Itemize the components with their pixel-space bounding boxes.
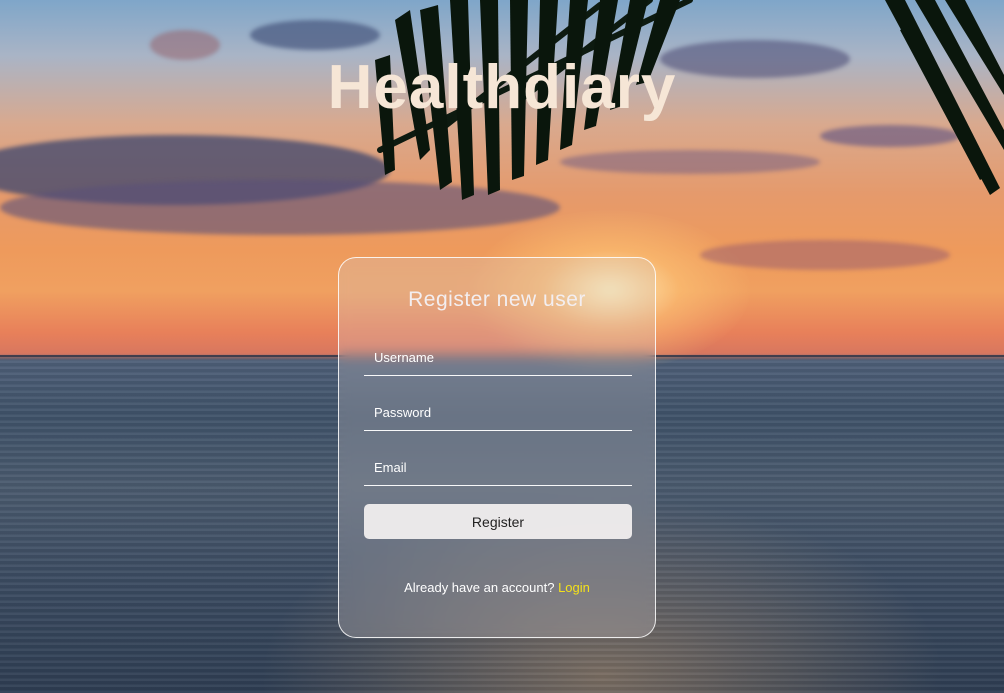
- password-field-wrapper: [364, 394, 632, 431]
- login-link[interactable]: Login: [558, 580, 590, 595]
- register-card: Register new user Register Already have …: [338, 257, 656, 638]
- app-title: Healthdiary: [327, 53, 677, 122]
- email-field-wrapper: [364, 449, 632, 486]
- register-button[interactable]: Register: [364, 504, 632, 539]
- username-input[interactable]: [364, 339, 632, 375]
- login-prompt-line: Already have an account? Login: [339, 580, 655, 595]
- login-prompt-text: Already have an account?: [404, 580, 555, 595]
- username-field-wrapper: [364, 339, 632, 376]
- email-input[interactable]: [364, 449, 632, 485]
- password-input[interactable]: [364, 394, 632, 430]
- background-scene: Healthdiary Register new user Register A…: [0, 0, 1004, 693]
- form-title: Register new user: [408, 288, 586, 311]
- cloud: [700, 240, 950, 270]
